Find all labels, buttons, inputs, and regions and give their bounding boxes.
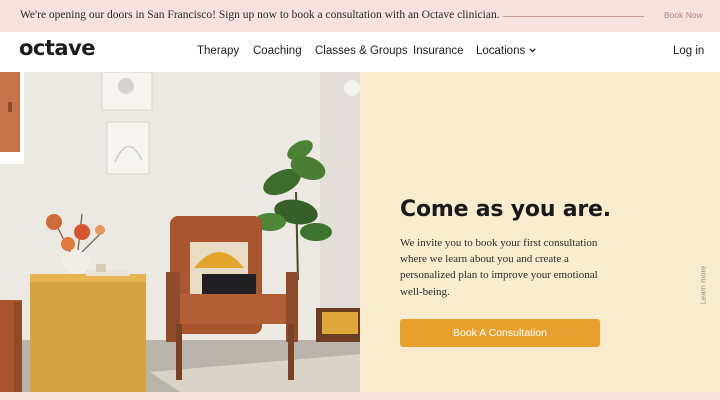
hero-photo — [0, 72, 360, 392]
chevron-down-icon — [529, 48, 536, 53]
announcement-divider — [503, 16, 644, 17]
announcement-text: We're opening our doors in San Francisco… — [20, 9, 500, 21]
book-now-link[interactable]: Book Now — [664, 10, 703, 20]
hero-photo-illustration — [0, 72, 360, 392]
nav-item-locations-label: Locations — [476, 45, 526, 57]
learn-more-label: Learn more — [698, 265, 708, 305]
nav-item-coaching[interactable]: Coaching — [253, 45, 302, 57]
nav-item-classes-groups[interactable]: Classes & Groups — [315, 45, 408, 57]
book-consultation-button[interactable]: Book A Consultation — [400, 319, 600, 347]
nav-item-therapy[interactable]: Therapy — [197, 45, 239, 57]
octave-logo[interactable]: octave — [19, 36, 96, 60]
hero-title: Come as you are. — [400, 197, 611, 222]
login-link[interactable]: Log in — [673, 45, 704, 57]
nav-item-insurance[interactable]: Insurance — [413, 45, 464, 57]
nav-item-locations[interactable]: Locations — [476, 45, 536, 57]
hero-description: We invite you to book your first consult… — [400, 237, 598, 298]
main-nav: octave Therapy Coaching Classes & Groups… — [0, 32, 720, 72]
hero-panel: Come as you are. We invite you to book y… — [360, 72, 720, 392]
bottom-strip — [0, 392, 720, 400]
announcement-bar: We're opening our doors in San Francisco… — [0, 0, 720, 32]
